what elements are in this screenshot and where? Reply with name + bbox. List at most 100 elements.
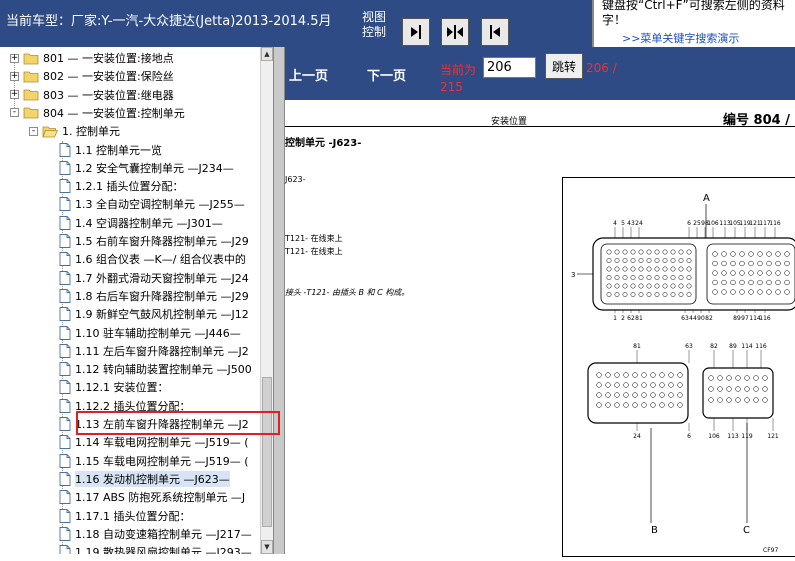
connector-pin [678, 258, 684, 263]
document-icon [59, 234, 71, 248]
connector-pin [708, 386, 714, 392]
pin-number-label: 106 [708, 433, 720, 440]
tree-item-label: 1.6 组合仪表 —K—/ 组合仪表中的 [75, 253, 246, 267]
tree-item[interactable]: 1.2 安全气囊控制单元 —J234— [59, 159, 234, 177]
tree-item[interactable]: 1.12.1 安装位置： [59, 378, 168, 396]
tree-item[interactable]: 1.10 驻车辅助控制单元 —J446— [59, 324, 241, 342]
tree-item[interactable]: +802 — 一安装位置:保险丝 [10, 67, 174, 85]
connector-pin [606, 266, 612, 272]
pin-number-label: 89 [729, 343, 737, 350]
scroll-up-arrow[interactable]: ▲ [261, 47, 273, 61]
document-icon [59, 490, 71, 505]
connector-pin [622, 266, 628, 272]
connector-pin [677, 402, 683, 408]
connector-pin [596, 402, 602, 408]
view-left-panel-button[interactable] [402, 18, 430, 46]
expand-icon[interactable]: + [10, 53, 19, 63]
tree-item[interactable]: 1.18 自动变速箱控制单元 —J217— [59, 525, 252, 543]
connector-pin [739, 270, 745, 276]
tree-item-label: 1.4 空调器控制单元 —J301— [75, 216, 223, 230]
tree-item[interactable]: 1.16 发动机控制单元 —J623— [59, 470, 230, 488]
tree-item-label: 1.16 发动机控制单元 —J623— [75, 470, 230, 487]
view-control-label: 视图控制 [362, 10, 387, 39]
connector-pin [739, 279, 745, 286]
document-icon [59, 288, 71, 303]
tree-item[interactable]: 1.6 组合仪表 —K—/ 组合仪表中的 [59, 250, 246, 268]
pin-number-label: 106 [707, 220, 719, 227]
connector-pin [646, 258, 652, 263]
page-number-input[interactable] [483, 57, 536, 78]
connector-pin [614, 292, 620, 297]
expand-icon[interactable]: + [10, 71, 19, 81]
tree-item-label: 1.7 外翻式滑动天窗控制单元 —J24 [75, 271, 249, 285]
pin-number-label: 62 [627, 315, 635, 322]
expand-icon[interactable]: + [10, 90, 19, 100]
collapse-icon[interactable]: - [29, 126, 38, 136]
pin-number-label: 6 [687, 433, 691, 440]
panel-divider[interactable] [273, 47, 285, 554]
next-page-link[interactable]: 下一页 [367, 65, 406, 84]
tree-item[interactable]: 1.1 控制单元一览 [59, 141, 162, 159]
connector-pin [784, 289, 790, 295]
connector-pin [712, 251, 718, 257]
tree-item[interactable]: 1.14 车载电网控制单元 —J519— ( [59, 433, 249, 451]
tree-item[interactable]: 1.17 ABS 防抱死系统控制单元 —J [59, 488, 245, 506]
tree-scrollbar[interactable]: ▲ ▼ [260, 47, 273, 554]
tree-item[interactable]: 1.11 左后车窗升降器控制单元 —J2 [59, 342, 249, 360]
tree-item-label: 1.10 驻车辅助控制单元 —J446— [75, 326, 241, 340]
tree-item[interactable]: 1.4 空调器控制单元 —J301— [59, 214, 223, 232]
tree-item[interactable]: 1.5 右前车窗升降器控制单元 —J29 [59, 232, 249, 250]
tree-item[interactable]: 1.9 新鲜空气鼓风机控制单元 —J12 [59, 305, 249, 323]
connector-pin [638, 275, 644, 280]
pin-number-label: 43 [627, 220, 635, 227]
connector-pin [596, 382, 602, 388]
pin-number-label: 4 [613, 220, 617, 227]
document-icon [59, 160, 71, 175]
connector-pin [622, 283, 628, 289]
connector-pin [606, 283, 612, 289]
pin-number-label: 81 [633, 343, 641, 350]
connector-pin [735, 375, 741, 381]
collapse-icon[interactable]: - [10, 108, 19, 118]
tree-item[interactable]: 1.3 全自动空调控制单元 —J255— [59, 195, 245, 213]
connector-pin [659, 392, 665, 398]
tree-item[interactable]: 1.15 车载电网控制单元 —J519— ( [59, 452, 249, 470]
tree-item[interactable]: 1.12 转向辅助装置控制单元 —J500 [59, 360, 252, 378]
connector-pin [662, 275, 668, 280]
connector-pin [641, 382, 647, 388]
connector-pin [623, 402, 629, 408]
prev-page-link[interactable]: 上一页 [289, 65, 328, 84]
connector-pin [662, 266, 668, 272]
connector-pin [730, 289, 736, 295]
jump-button[interactable]: 跳转 [545, 53, 583, 79]
scroll-thumb[interactable] [262, 377, 272, 527]
tree-item-label: 1.1 控制单元一览 [75, 143, 162, 157]
document-icon [59, 142, 71, 157]
tree-item[interactable]: 1.7 外翻式滑动天窗控制单元 —J24 [59, 269, 249, 287]
hint-line-2: 字！ [602, 13, 627, 27]
diagram-label-a: A [703, 193, 710, 204]
connector-pin [630, 275, 636, 280]
connector-pin [614, 275, 620, 280]
connector-pin [650, 392, 656, 398]
connector-pin [630, 292, 636, 297]
tree-item-label: 804 — 一安装位置:控制单元 [43, 106, 185, 120]
tree-item[interactable]: 1.8 右后车窗升降器控制单元 —J29 [59, 287, 249, 305]
tree-panel[interactable]: +801 — 一安装位置:接地点 +802 — 一安装位置:保险丝 +803 — 一… [0, 47, 273, 554]
search-hint-text: 键盘按“Ctrl+F”可搜索左侧的资料 字！ [602, 0, 785, 28]
search-demo-link[interactable]: >>菜单关键字搜索演示 [622, 30, 739, 46]
tree-item[interactable]: 1.17.1 插头位置分配： [59, 507, 190, 525]
tree-item[interactable]: - 1. 控制单元 [29, 122, 120, 140]
tree-item[interactable]: +801 — 一安装位置:接地点 [10, 49, 174, 67]
connector-pin [717, 397, 723, 403]
tree-item-label: 803 — 一安装位置:继电器 [43, 88, 174, 102]
tree-item[interactable]: +803 — 一安装位置:继电器 [10, 86, 174, 104]
tree-item[interactable]: 1.2.1 插头位置分配： [59, 177, 184, 195]
pin-number-label: 116 [755, 343, 767, 350]
scroll-down-arrow[interactable]: ▼ [261, 540, 273, 554]
tree-item[interactable]: 1.19 散热器风扇控制单元 —J293— [59, 543, 252, 554]
view-split-button[interactable] [441, 18, 469, 46]
connector-pin [654, 249, 660, 255]
view-right-panel-button[interactable] [481, 18, 509, 46]
tree-item[interactable]: - 804 — 一安装位置:控制单元 [10, 104, 185, 122]
